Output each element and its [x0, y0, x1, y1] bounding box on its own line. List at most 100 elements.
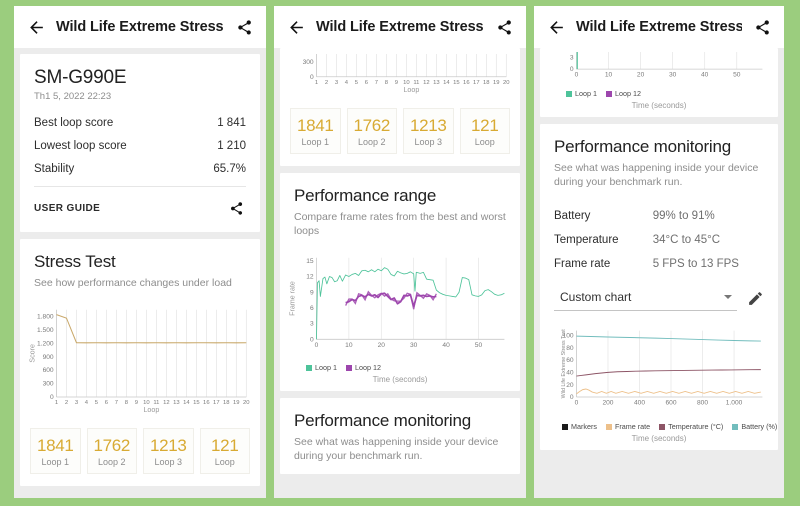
loop-card[interactable]: 121 Loop — [459, 107, 510, 154]
svg-text:50: 50 — [733, 72, 741, 79]
svg-text:0: 0 — [570, 66, 574, 73]
user-guide-row[interactable]: USER GUIDE — [34, 187, 246, 226]
svg-text:19: 19 — [493, 80, 500, 86]
svg-text:0: 0 — [310, 336, 314, 343]
svg-text:1.800: 1.800 — [37, 314, 54, 321]
svg-text:Loop: Loop — [403, 86, 419, 94]
user-guide-label: USER GUIDE — [34, 202, 101, 214]
svg-text:200: 200 — [602, 399, 613, 406]
legend-swatch — [566, 90, 572, 97]
performance-range-legend: Loop 1 Loop 12 — [280, 362, 520, 372]
row-value: 5 FPS to 13 FPS — [652, 257, 739, 270]
scroll-area-1[interactable]: SM-G990E Th1 5, 2022 22:23 Best loop sco… — [14, 48, 266, 498]
scroll-spacer — [280, 481, 520, 498]
svg-text:9: 9 — [135, 400, 138, 406]
back-arrow-icon[interactable] — [286, 17, 306, 37]
svg-text:16: 16 — [463, 80, 470, 86]
svg-text:3: 3 — [310, 321, 314, 328]
pencil-icon[interactable] — [747, 290, 764, 307]
svg-text:2: 2 — [325, 80, 328, 86]
share-icon[interactable] — [226, 198, 246, 218]
phone-panel-1: Wild Life Extreme Stress... SM-G990E Th1… — [14, 6, 266, 498]
svg-text:10: 10 — [143, 400, 150, 406]
loop-card[interactable]: 1841 Loop 1 — [290, 107, 341, 154]
performance-range-legend: Loop 1 Loop 12 — [540, 88, 778, 98]
loop-card[interactable]: 1213 Loop 3 — [143, 428, 194, 475]
svg-text:4: 4 — [85, 400, 89, 406]
legend-swatch — [605, 90, 612, 97]
loop-card[interactable]: 1213 Loop 3 — [403, 107, 454, 154]
svg-text:0: 0 — [570, 394, 574, 401]
share-icon[interactable] — [752, 17, 772, 37]
row-value: 99% to 91% — [652, 209, 715, 222]
legend-label: Battery (%) — [741, 422, 778, 432]
loop-card[interactable]: 1762 Loop 2 — [346, 107, 397, 154]
share-icon[interactable] — [494, 17, 514, 37]
svg-text:16: 16 — [203, 400, 210, 406]
svg-text:20: 20 — [503, 80, 510, 86]
custom-chart-legend: Markers Frame rate Temperature (°C) Batt… — [540, 421, 778, 431]
legend-swatch — [659, 423, 666, 430]
phone-panel-2: Wild Life Extreme Stress... 03006009001.… — [274, 6, 526, 498]
svg-text:18: 18 — [223, 400, 230, 406]
loop-card[interactable]: 121 Loop — [199, 428, 250, 475]
svg-text:Score: Score — [29, 344, 37, 363]
svg-text:9: 9 — [395, 80, 398, 86]
scroll-area-3[interactable]: 0369121501020304050Frame rate Loop 1 Loo… — [534, 48, 784, 498]
loop-label: Loop — [474, 136, 495, 147]
row-label: Lowest loop score — [34, 139, 127, 152]
svg-text:0: 0 — [575, 399, 579, 406]
svg-text:20: 20 — [243, 400, 250, 406]
page-title: Wild Life Extreme Stress... — [316, 19, 484, 35]
performance-range-plot-bottom: 0369121501020304050Frame rate — [570, 52, 763, 79]
performance-monitoring-card: Performance monitoring See what was happ… — [540, 124, 778, 451]
legend-item-loop-1: Loop 1 — [566, 89, 597, 98]
svg-text:Loop: Loop — [143, 406, 159, 414]
svg-text:Frame rate: Frame rate — [289, 281, 297, 316]
row-value: 65.7% — [213, 162, 246, 175]
svg-text:15: 15 — [453, 80, 460, 86]
svg-text:1: 1 — [315, 80, 318, 86]
svg-text:0: 0 — [310, 74, 314, 81]
custom-chart-xlabel: Time (seconds) — [631, 434, 687, 444]
svg-text:7: 7 — [375, 80, 378, 86]
battery-row: Battery 99% to 91% — [554, 204, 764, 228]
chevron-down-icon[interactable] — [724, 294, 732, 299]
performance-range-plot: 0 3 6 9 12 15 0 10 20 30 40 50 Frame rate — [289, 257, 505, 349]
loop-score: 1841 — [36, 436, 74, 456]
row-value: 1 841 — [217, 116, 246, 129]
loop-label: Loop — [214, 457, 235, 468]
loop-label: Loop 2 — [357, 136, 386, 147]
device-model: SM-G990E — [34, 67, 127, 88]
loop-card[interactable]: 1841 Loop 1 — [30, 428, 81, 475]
back-arrow-icon[interactable] — [546, 17, 566, 37]
svg-text:12: 12 — [306, 274, 314, 281]
loop-label: Loop 3 — [154, 457, 183, 468]
share-icon[interactable] — [234, 17, 254, 37]
screenshot-stage: Wild Life Extreme Stress... SM-G990E Th1… — [0, 0, 800, 506]
svg-text:9: 9 — [310, 289, 314, 296]
loop-score: 1762 — [353, 115, 391, 135]
back-arrow-icon[interactable] — [26, 17, 46, 37]
stress-test-card-clipped: 03006009001.2001.5001.800123456789101112… — [280, 48, 520, 166]
custom-monitoring-chart: 0 20 40 60 80 100 0 200 400 600 800 1.000 Wild Life … — [540, 313, 778, 422]
scroll-area-2[interactable]: 03006009001.2001.5001.800123456789101112… — [274, 48, 526, 498]
loop-card[interactable]: 1762 Loop 2 — [86, 428, 137, 475]
stability-row: Stability 65.7% — [34, 157, 246, 180]
performance-monitoring-title: Performance monitoring — [554, 137, 732, 157]
svg-text:11: 11 — [153, 400, 159, 406]
stress-test-title: Stress Test — [34, 252, 116, 271]
custom-chart-select[interactable]: Custom chart — [554, 287, 737, 311]
svg-text:1: 1 — [55, 400, 58, 406]
svg-text:7: 7 — [115, 400, 118, 406]
custom-chart-selected-value: Custom chart — [560, 289, 632, 304]
performance-range-subtitle: Compare frame rates from the best and wo… — [294, 210, 506, 237]
svg-text:0: 0 — [315, 342, 319, 349]
svg-text:19: 19 — [233, 400, 240, 406]
loop-score: 1213 — [409, 115, 447, 135]
stress-test-header: Stress Test See how performance changes … — [20, 239, 260, 300]
stress-test-card: Stress Test See how performance changes … — [20, 239, 260, 487]
legend-label: Markers — [571, 422, 597, 432]
svg-text:60: 60 — [566, 357, 574, 364]
svg-text:12: 12 — [423, 80, 430, 86]
